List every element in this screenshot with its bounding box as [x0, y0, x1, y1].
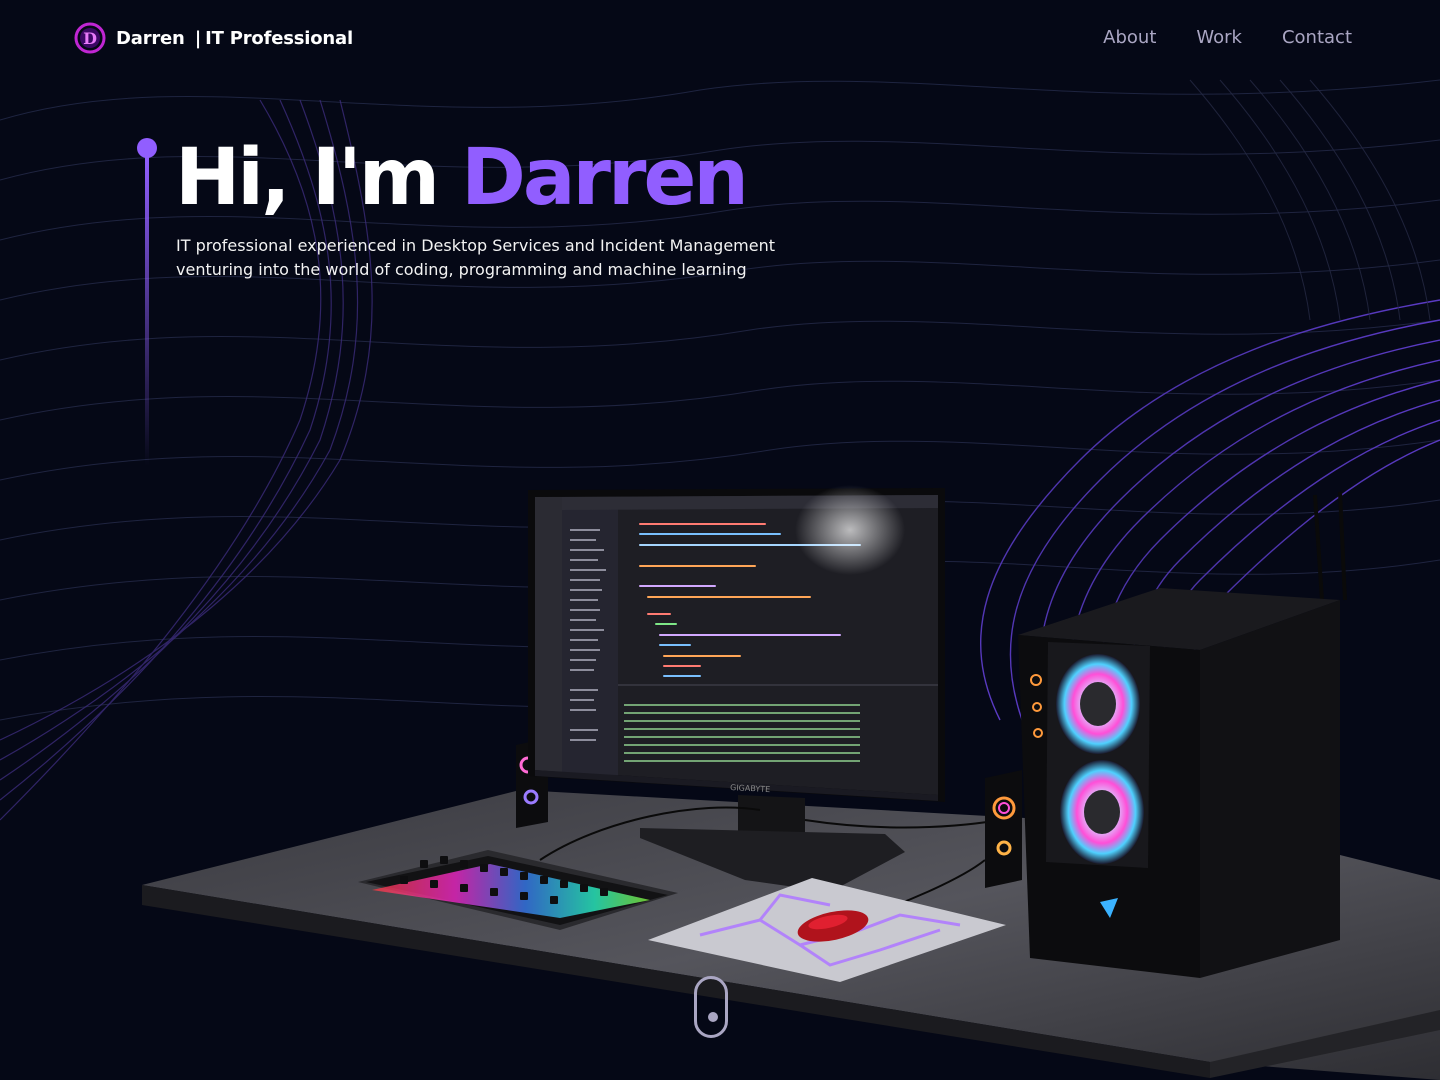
pc-tower — [1018, 491, 1347, 978]
monitor-brand: GIGABYTE — [730, 783, 771, 794]
computer-setup-scene[interactable]: GIGABYTE — [0, 0, 1440, 1080]
scroll-dot-icon — [708, 1012, 718, 1022]
right-speaker — [985, 770, 1022, 888]
scroll-down-indicator[interactable] — [694, 976, 728, 1038]
